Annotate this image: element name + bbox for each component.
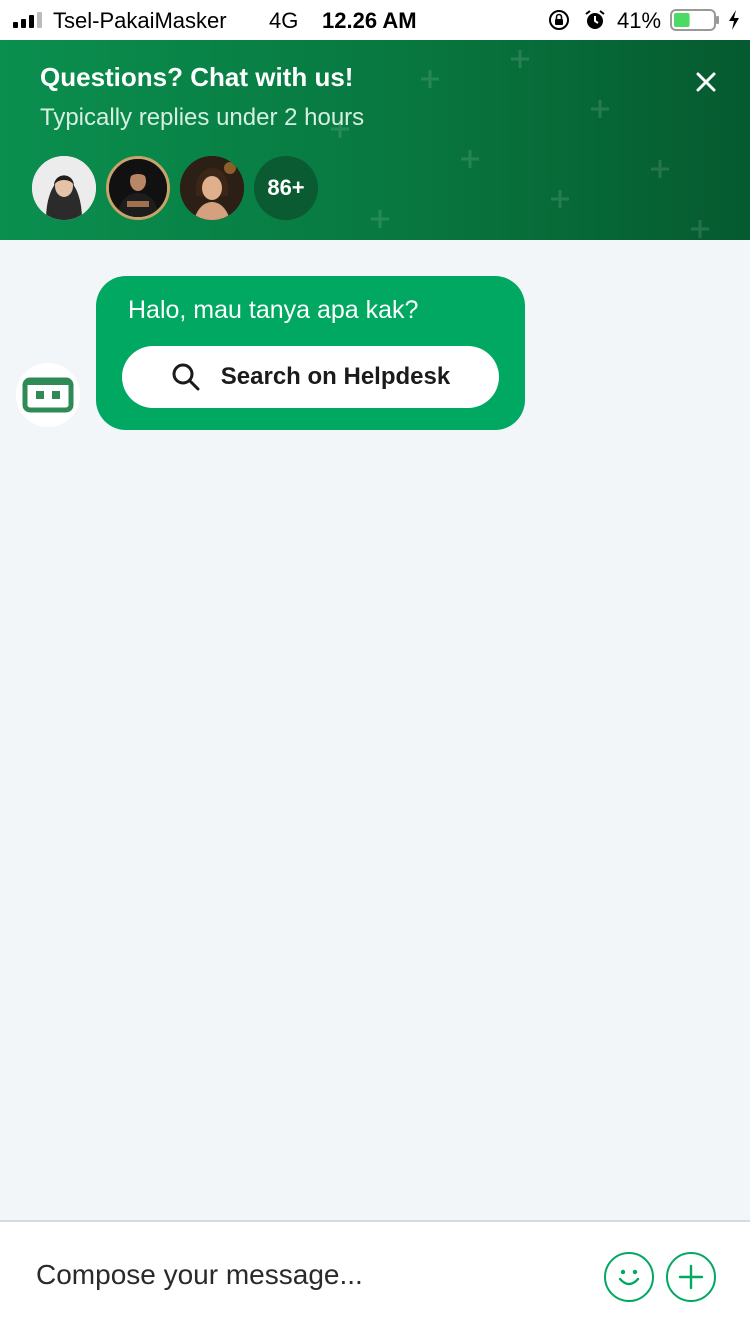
agent-avatar <box>32 156 96 220</box>
message-input[interactable] <box>36 1248 576 1302</box>
carrier-name: Tsel-PakaiMasker <box>53 8 227 33</box>
bot-message-bubble: Halo, mau tanya apa kak? Search on Helpd… <box>96 276 525 430</box>
attach-button[interactable] <box>666 1252 716 1302</box>
bot-message-text: Halo, mau tanya apa kak? <box>128 296 419 324</box>
emoji-icon <box>618 1269 640 1286</box>
charging-icon <box>729 10 739 30</box>
emoji-button[interactable] <box>604 1252 654 1302</box>
agent-avatar <box>106 156 170 220</box>
message-composer <box>0 1220 750 1334</box>
header-subtitle: Typically replies under 2 hours <box>40 104 365 131</box>
battery-icon <box>670 9 719 31</box>
battery-percent: 41% <box>617 8 662 33</box>
more-agents-badge: 86+ <box>254 156 318 220</box>
signal-icon <box>13 12 42 28</box>
close-icon[interactable] <box>690 66 722 98</box>
header-title: Questions? Chat with us! <box>40 62 354 92</box>
search-helpdesk-label: Search on Helpdesk <box>220 363 451 390</box>
search-helpdesk-button[interactable]: Search on Helpdesk <box>122 346 499 408</box>
search-icon <box>172 363 200 391</box>
chat-header: Questions? Chat with us! Typically repli… <box>0 40 750 240</box>
status-bar: Tsel-PakaiMasker 4G 12.26 AM 41% <box>0 0 750 40</box>
agent-avatar <box>180 156 244 220</box>
network-type: 4G <box>269 8 299 33</box>
rotation-lock-icon <box>549 10 569 30</box>
plus-icon <box>678 1264 704 1290</box>
status-time: 12.26 AM <box>322 8 417 33</box>
alarm-icon <box>585 10 605 29</box>
bot-icon <box>22 377 74 413</box>
bot-avatar <box>16 363 80 427</box>
